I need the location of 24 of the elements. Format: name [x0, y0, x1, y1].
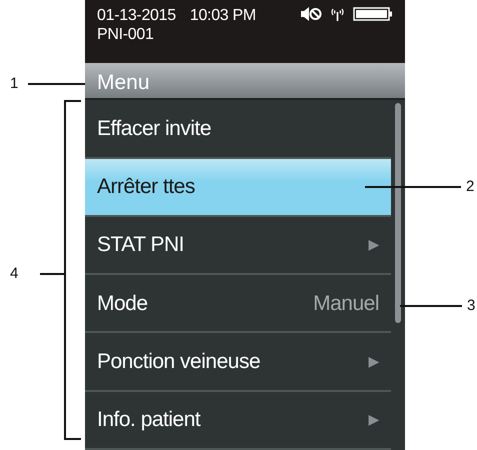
menu-item[interactable]: Mode Manuel [85, 275, 391, 334]
patient-id: PNI-001 [97, 25, 155, 44]
menu-title: Menu [97, 71, 150, 94]
submenu-arrow: ▶ [368, 352, 379, 372]
callout-number: 2 [466, 177, 474, 197]
callout-number: 4 [10, 264, 18, 284]
callout-number: 3 [467, 296, 476, 316]
muted-speaker-icon [300, 7, 322, 21]
date-text: 01-13-2015 [97, 6, 176, 25]
wireless-icon [330, 7, 345, 21]
leader-line [400, 305, 462, 307]
submenu-arrow: ▶ [368, 410, 379, 430]
scrollbar-thumb[interactable] [395, 103, 401, 324]
submenu-arrow: ▶ [368, 235, 379, 254]
menu-item[interactable]: Info. patient ▶ [85, 392, 391, 450]
mode-value: Manuel [313, 290, 379, 316]
callout-number: 1 [10, 74, 18, 94]
menu-item[interactable]: Arrêter ttes [85, 158, 391, 217]
menu-item[interactable]: Ponction veineuse ▶ [85, 333, 391, 392]
leader-line [28, 83, 85, 85]
battery-icon [353, 7, 393, 21]
time-text: 10:03 PM [190, 6, 256, 25]
leader-line [40, 273, 65, 275]
menu-item[interactable]: STAT PNI ▶ [85, 216, 391, 276]
